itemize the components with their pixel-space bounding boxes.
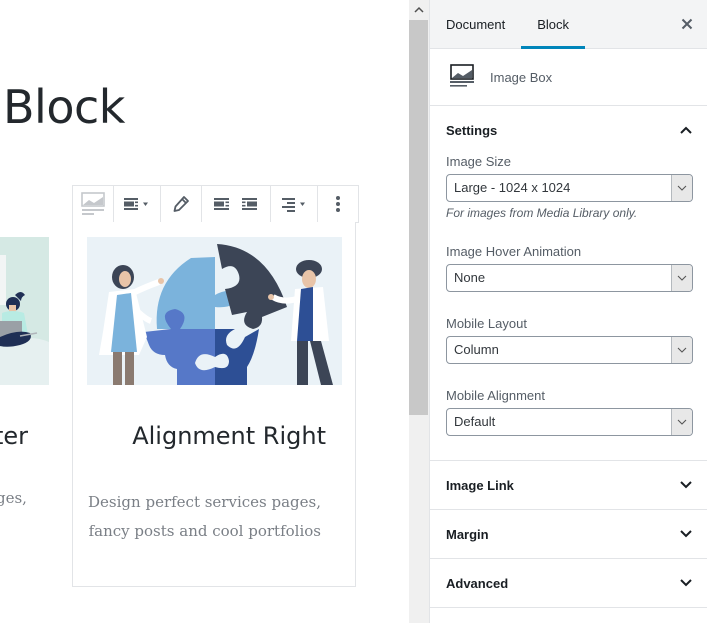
panel-advanced-title: Advanced [446, 575, 509, 591]
card-title[interactable]: Alignment Right [132, 422, 326, 450]
card-text[interactable]: Design perfect services pages, fancy pos… [81, 488, 321, 546]
panel-margin: Margin [430, 510, 707, 559]
image-box-card[interactable]: Alignment Right Design perfect services … [72, 222, 356, 587]
toolbar-group-block-type [73, 186, 114, 222]
card-image[interactable] [87, 237, 342, 385]
panel-advanced: Advanced [430, 559, 707, 608]
field-image-size: Image Size Large - 1024 x 1024 For image… [446, 154, 693, 220]
left-card-text[interactable]: ges, [0, 489, 27, 507]
left-card-image[interactable] [0, 237, 49, 385]
image-size-value: Large - 1024 x 1024 [454, 180, 571, 195]
text-alignment-button[interactable] [277, 190, 311, 218]
text-align-right-icon [282, 198, 305, 212]
tab-document[interactable]: Document [430, 0, 521, 48]
hover-animation-select[interactable]: None [446, 264, 693, 292]
mobile-layout-value: Column [454, 342, 499, 357]
panel-image-link-title: Image Link [446, 477, 514, 493]
chevron-up-icon [414, 6, 424, 13]
block-toolbar [72, 185, 359, 223]
image-size-label: Image Size [446, 154, 512, 169]
close-sidebar-button[interactable] [677, 14, 697, 34]
panel-advanced-toggle[interactable]: Advanced [430, 559, 707, 607]
toolbar-group-alignment [114, 186, 161, 222]
scroll-up-button[interactable] [409, 0, 429, 20]
toolbar-group-media-position [202, 186, 271, 222]
chevron-down-icon [671, 175, 692, 201]
media-right-button[interactable] [236, 190, 264, 218]
panel-margin-toggle[interactable]: Margin [430, 510, 707, 558]
editor-scrollbar[interactable] [409, 0, 429, 623]
hover-animation-value: None [454, 270, 486, 285]
image-size-help: For images from Media Library only. [446, 206, 638, 220]
close-icon [681, 18, 693, 30]
pencil-icon [173, 196, 189, 212]
block-type-button[interactable] [79, 190, 107, 218]
settings-sidebar: Document Block Image Box Settings Image … [429, 0, 707, 623]
block-card: Image Box [430, 49, 707, 106]
panel-settings-body: Image Size Large - 1024 x 1024 For image… [430, 154, 707, 460]
media-right-icon [242, 198, 257, 210]
chevron-down-icon [680, 579, 692, 587]
edit-button[interactable] [167, 190, 195, 218]
panel-settings-toggle[interactable]: Settings [430, 106, 707, 154]
tab-block[interactable]: Block [521, 0, 585, 49]
more-options-button[interactable] [324, 190, 352, 218]
chevron-down-icon [680, 530, 692, 538]
field-mobile-layout: Mobile Layout Column [446, 316, 693, 364]
left-card-title[interactable]: ter [0, 422, 28, 450]
scrollbar-thumb[interactable] [409, 20, 428, 415]
mobile-alignment-select[interactable]: Default [446, 408, 693, 436]
toolbar-group-more [318, 186, 358, 222]
mobile-layout-select[interactable]: Column [446, 336, 693, 364]
chevron-down-icon [671, 409, 692, 435]
panel-image-link: Image Link [430, 461, 707, 510]
mobile-alignment-value: Default [454, 414, 496, 429]
panel-margin-title: Margin [446, 526, 489, 542]
field-hover-animation: Image Hover Animation None [446, 244, 693, 292]
toolbar-group-text-align [271, 186, 318, 222]
field-mobile-alignment: Mobile Alignment Default [446, 388, 693, 436]
mobile-layout-label: Mobile Layout [446, 316, 527, 331]
media-left-button[interactable] [208, 190, 236, 218]
media-left-icon [214, 198, 229, 210]
more-vertical-icon [336, 196, 340, 212]
change-alignment-button[interactable] [120, 190, 154, 218]
image-size-select[interactable]: Large - 1024 x 1024 [446, 174, 693, 202]
chevron-down-icon [671, 337, 692, 363]
page-title[interactable]: Block [3, 80, 125, 134]
sidebar-tabs: Document Block [430, 0, 707, 49]
hover-animation-label: Image Hover Animation [446, 244, 582, 259]
image-box-icon [81, 192, 105, 215]
chevron-up-icon [680, 126, 692, 134]
editor-canvas: Block ter ges, [0, 0, 409, 623]
block-name: Image Box [490, 69, 553, 85]
panel-settings: Settings Image Size Large - 1024 x 1024 … [430, 106, 707, 461]
image-box-icon [450, 64, 474, 87]
align-dropdown-icon [124, 198, 148, 210]
toolbar-group-edit [161, 186, 202, 222]
panel-image-link-toggle[interactable]: Image Link [430, 461, 707, 509]
chevron-down-icon [671, 265, 692, 291]
mobile-alignment-label: Mobile Alignment [446, 388, 545, 403]
chevron-down-icon [680, 481, 692, 489]
panel-settings-title: Settings [446, 122, 498, 138]
